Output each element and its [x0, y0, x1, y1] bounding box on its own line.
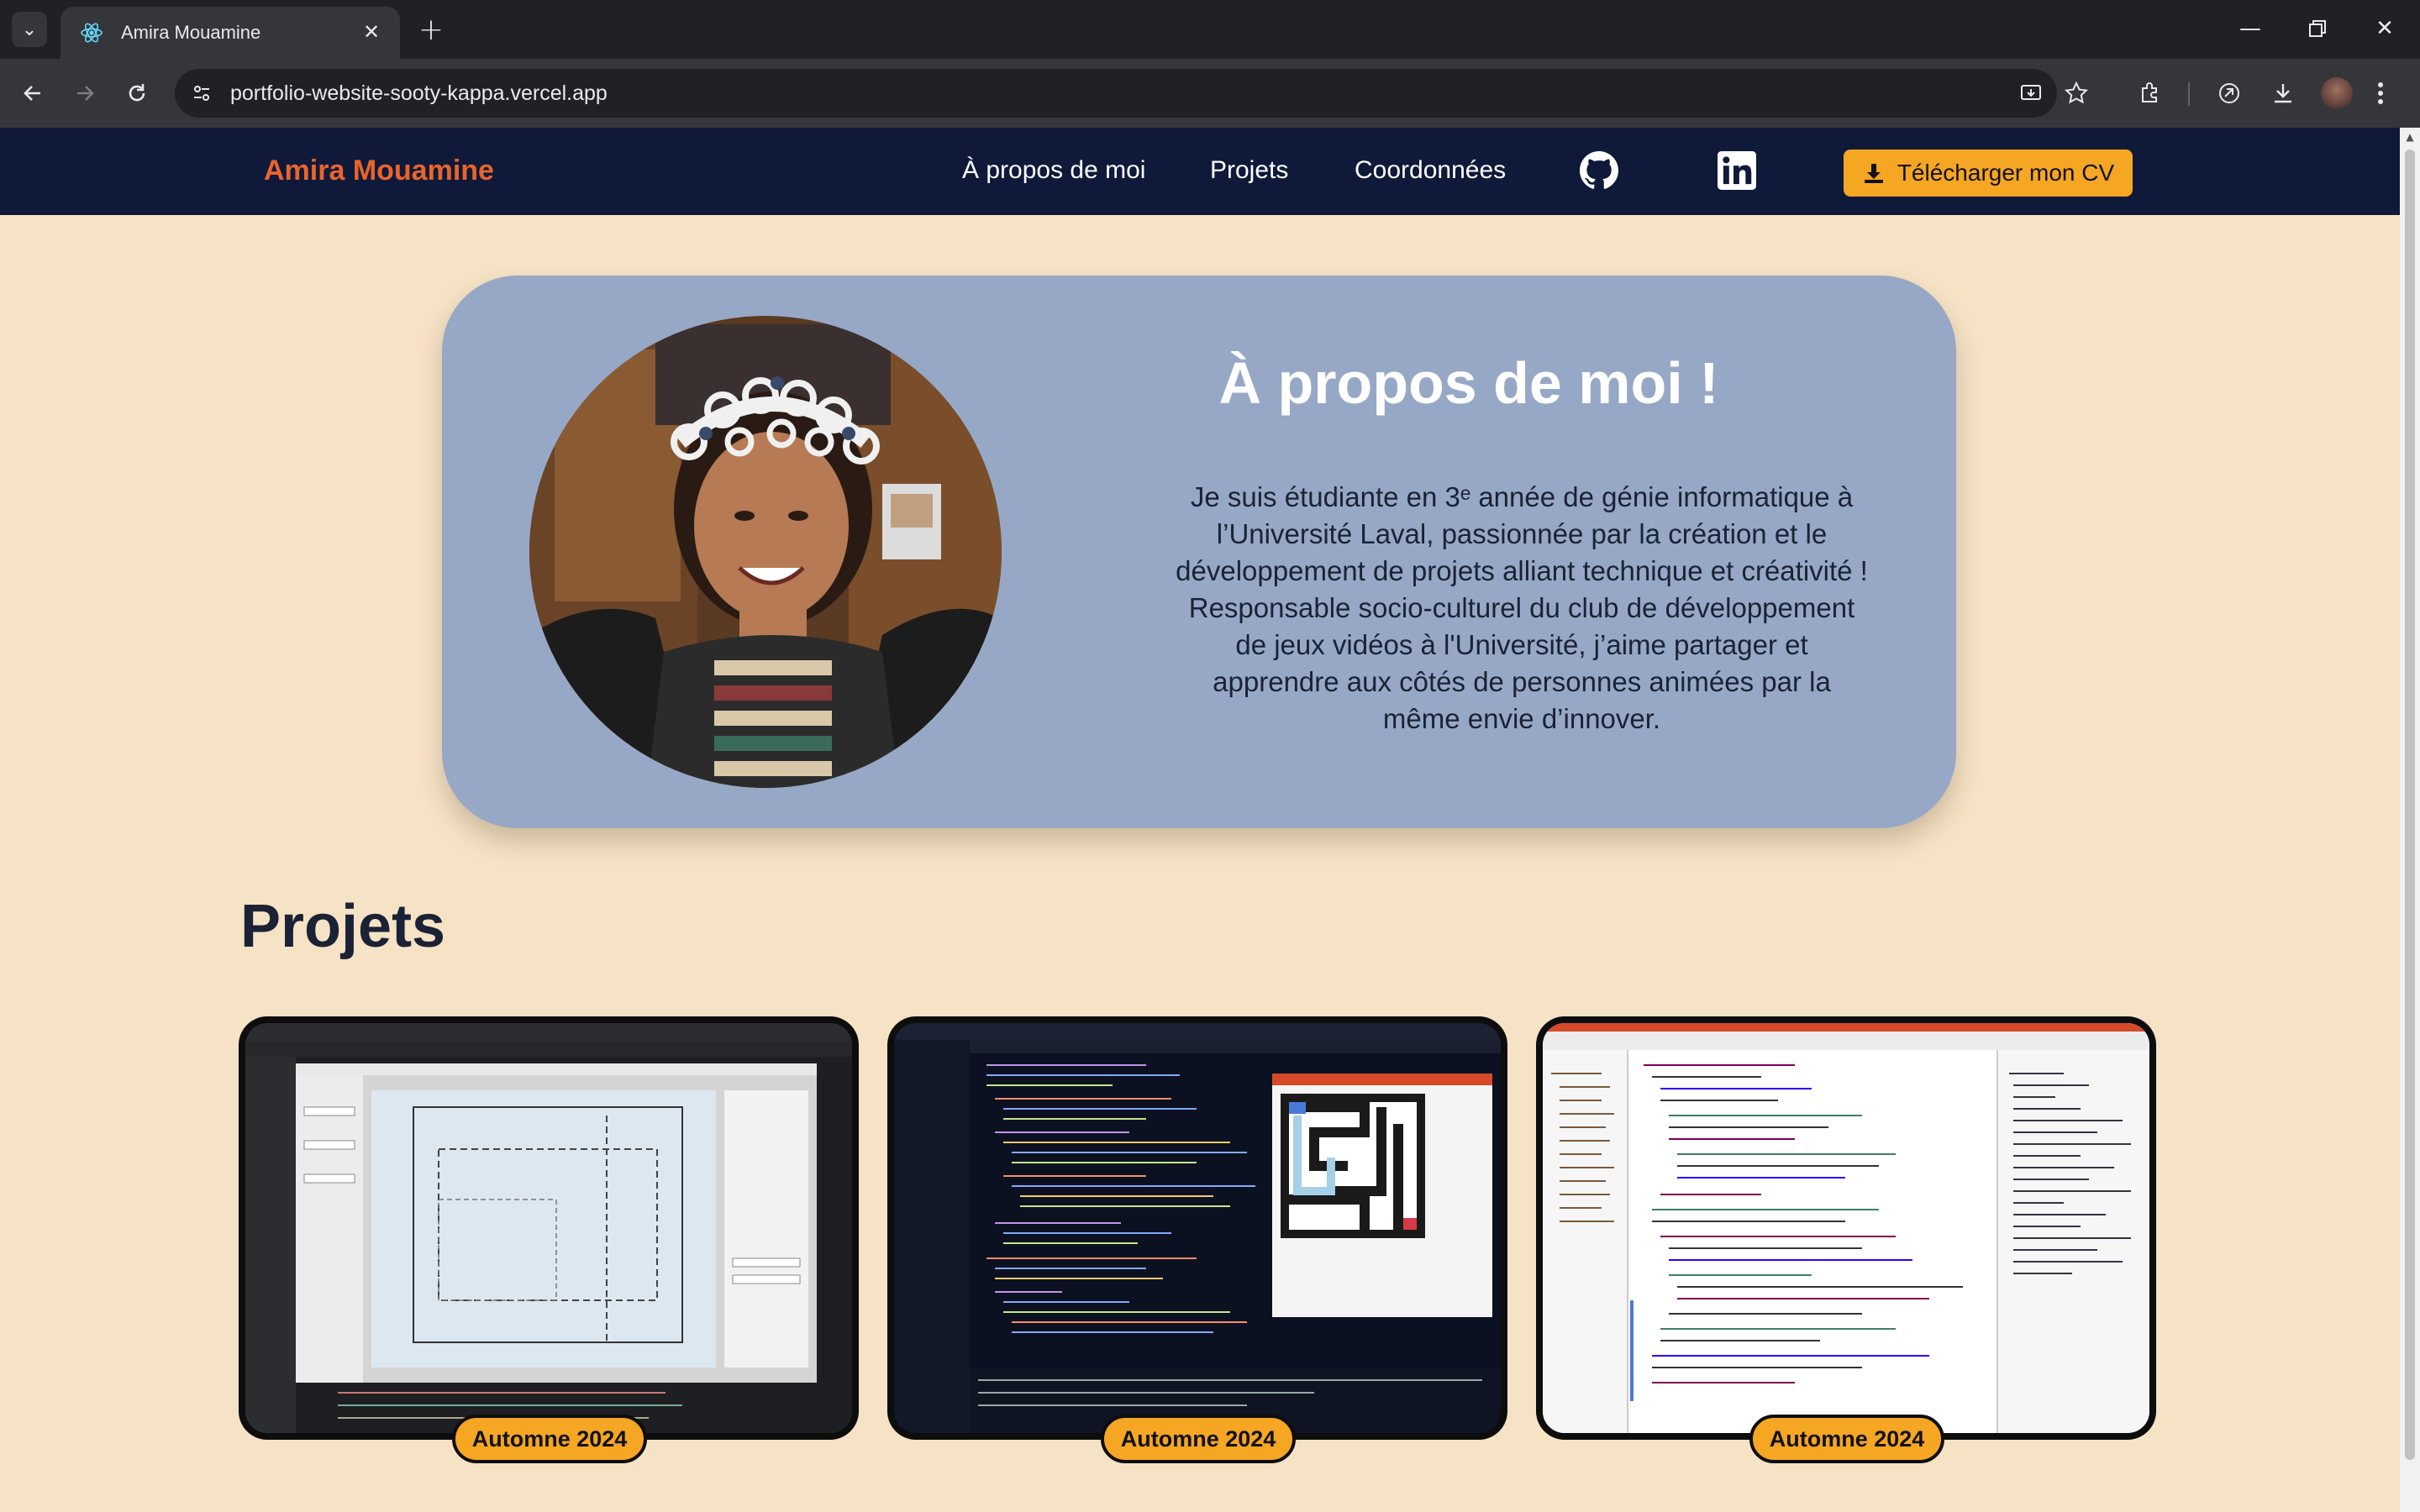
browser-toolbar: portfolio-website-sooty-kappa.vercel.app — [0, 59, 2420, 128]
scroll-thumb[interactable] — [2405, 150, 2415, 1460]
about-text: Je suis étudiante en 3ᵉ année de génie i… — [1176, 481, 1868, 734]
project-screenshot — [894, 1023, 1501, 1433]
download-icon — [1864, 164, 1883, 183]
install-app-icon[interactable] — [2012, 74, 2050, 113]
performance-icon[interactable] — [2210, 74, 2249, 113]
profile-photo — [529, 316, 1002, 788]
browser-tab[interactable]: Amira Mouamine ✕ — [60, 7, 400, 59]
react-favicon-icon — [81, 23, 103, 43]
about-card: À propos de moi ! Je suis étudiante en 3… — [442, 276, 1956, 828]
project-screenshot — [245, 1023, 852, 1433]
about-title: À propos de moi ! — [1218, 350, 1719, 416]
linkedin-icon[interactable] — [1718, 151, 1756, 190]
forward-icon[interactable] — [66, 74, 104, 113]
nav-link-contact[interactable]: Coordonnées — [1355, 156, 1506, 185]
projects-title: Projets — [240, 893, 446, 960]
url-text: portfolio-website-sooty-kappa.vercel.app — [230, 81, 608, 105]
github-icon[interactable] — [1580, 151, 1618, 190]
download-cv-label: Télécharger mon CV — [1897, 160, 2115, 186]
scroll-up-icon[interactable]: ▲ — [2403, 131, 2417, 144]
reload-icon[interactable] — [118, 74, 156, 113]
project-date-badge: Automne 2024 — [1101, 1415, 1296, 1463]
project-card[interactable] — [1536, 1016, 2156, 1440]
project-date-badge: Automne 2024 — [452, 1415, 647, 1463]
back-icon[interactable] — [13, 74, 52, 113]
project-card[interactable] — [239, 1016, 859, 1440]
menu-icon[interactable] — [2368, 74, 2393, 113]
tab-title: Amira Mouamine — [121, 22, 261, 43]
extensions-icon[interactable] — [2131, 74, 2170, 113]
profile-avatar[interactable] — [2321, 77, 2353, 109]
plus-icon[interactable]: + — [413, 12, 449, 47]
browser-tab-bar: ⌄ Amira Mouamine ✕ + — ✕ — [0, 0, 2420, 59]
nav-link-projects[interactable]: Projets — [1210, 156, 1288, 185]
web-page: Amira Mouamine À propos de moi Projets C… — [0, 128, 2400, 1512]
address-bar[interactable]: portfolio-website-sooty-kappa.vercel.app — [175, 69, 2057, 118]
download-icon[interactable] — [2264, 74, 2302, 113]
restore-icon[interactable] — [2292, 8, 2343, 49]
toolbar-separator — [2188, 82, 2190, 106]
nav-link-about[interactable]: À propos de moi — [962, 156, 1145, 185]
project-screenshot — [1543, 1023, 2149, 1433]
page-scrollbar[interactable]: ▲ — [2400, 128, 2420, 1512]
minimize-icon[interactable]: — — [2225, 8, 2275, 49]
download-cv-button[interactable]: Télécharger mon CV — [1844, 150, 2133, 197]
project-card[interactable] — [887, 1016, 1507, 1440]
close-window-icon[interactable]: ✕ — [2360, 8, 2410, 49]
site-brand[interactable]: Amira Mouamine — [264, 155, 494, 187]
site-navbar: Amira Mouamine À propos de moi Projets C… — [0, 128, 2400, 215]
project-date-badge: Automne 2024 — [1749, 1415, 1944, 1463]
tab-search-icon[interactable]: ⌄ — [12, 12, 47, 47]
star-icon[interactable] — [2057, 74, 2096, 113]
site-info-icon[interactable] — [185, 76, 218, 110]
close-icon[interactable]: ✕ — [358, 18, 385, 45]
